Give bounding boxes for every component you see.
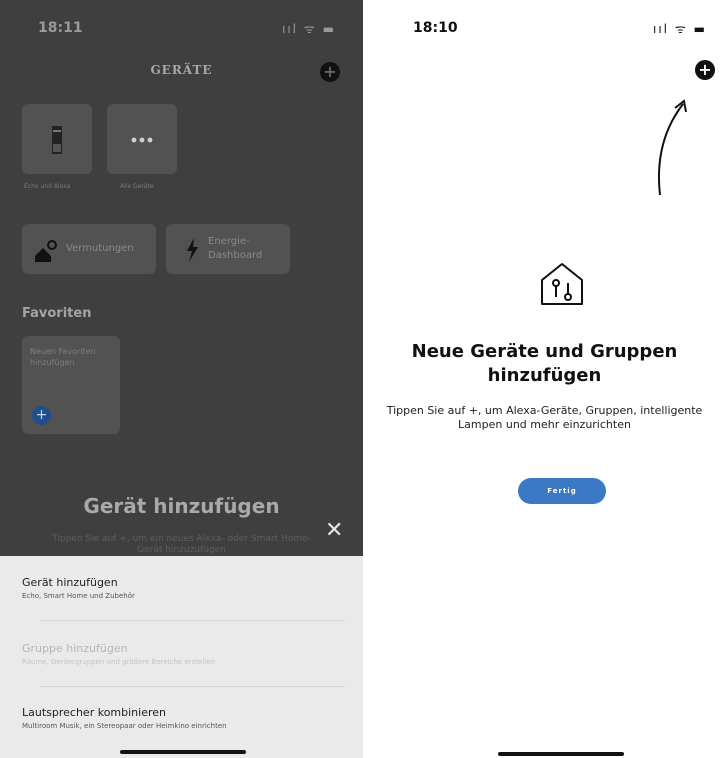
echo-device-icon	[52, 126, 62, 154]
empty-state-description: Tippen Sie auf +, um Alexa-Geräte, Grupp…	[386, 404, 703, 431]
overlay-subtitle: Tippen Sie auf +, um ein neues Alexa- od…	[52, 534, 311, 554]
divider	[40, 686, 345, 687]
tile-alle-geraete[interactable]	[107, 104, 177, 174]
status-icons: ııl ᯤ ▬	[282, 22, 336, 36]
sheet-item-gruppe-hinzufuegen[interactable]: Gruppe hinzufügen Räume, Gerätegruppen u…	[22, 642, 342, 666]
sheet-item-lautsprecher-kombinieren[interactable]: Lautsprecher kombinieren Multiroom Musik…	[22, 706, 342, 730]
action-sheet: Gerät hinzufügen Echo, Smart Home und Zu…	[0, 556, 363, 758]
arrow-pointer-icon	[657, 99, 687, 196]
left-phone-screen: 18:11 ııl ᯤ ▬ GERÄTE + Echo und Alexa Al…	[0, 0, 363, 758]
empty-state-title: Neue Geräte und Gruppen hinzufügen	[411, 341, 678, 386]
tile-energie-dashboard[interactable]: Energie- Dashboard	[166, 224, 290, 274]
sheet-item-geraet-hinzufuegen[interactable]: Gerät hinzufügen Echo, Smart Home und Zu…	[22, 576, 342, 600]
section-title-favoriten: Favoriten	[22, 306, 92, 321]
home-lightbulb-icon	[35, 240, 57, 262]
close-icon[interactable]: ✕	[325, 518, 343, 543]
sheet-item-desc: Räume, Gerätegruppen und größere Bereich…	[22, 658, 215, 666]
tile-label-line1: Energie-	[208, 236, 250, 247]
tile-label-line2: Dashboard	[208, 250, 263, 261]
plus-circle-icon[interactable]: +	[320, 62, 340, 82]
sheet-item-desc: Echo, Smart Home und Zubehör	[22, 592, 135, 600]
sheet-item-desc: Multiroom Musik, ein Stereopaar oder Hei…	[22, 722, 227, 730]
tile-vermutungen[interactable]: Vermutungen	[22, 224, 156, 274]
sheet-item-title: Gruppe hinzufügen	[22, 642, 128, 655]
favorites-tile-text: Neuen Favoriten hinzufügen	[30, 347, 96, 367]
done-button[interactable]: Fertig	[518, 478, 606, 504]
tile-label: Vermutungen	[66, 243, 134, 254]
tile-label: Alle Geräte	[120, 183, 154, 190]
plus-circle-icon[interactable]: +	[32, 406, 51, 425]
tile-echo-und-alexa[interactable]	[22, 104, 92, 174]
overlay-title: Gerät hinzufügen	[83, 494, 280, 518]
lightning-icon	[187, 238, 198, 262]
home-indicator	[120, 750, 246, 754]
right-phone-screen: 18:10 ııl ᯤ ▬ + Neue Geräte und Gruppen …	[363, 0, 726, 758]
divider	[40, 620, 345, 621]
status-time: 18:11	[38, 20, 83, 36]
sheet-item-title: Lautsprecher kombinieren	[22, 706, 166, 719]
more-dots-icon	[131, 137, 153, 143]
sheet-item-title: Gerät hinzufügen	[22, 576, 118, 589]
home-devices-icon	[541, 263, 583, 305]
tile-label: Echo und Alexa	[24, 183, 71, 190]
home-indicator	[498, 752, 624, 756]
page-title: GERÄTE	[150, 63, 213, 77]
